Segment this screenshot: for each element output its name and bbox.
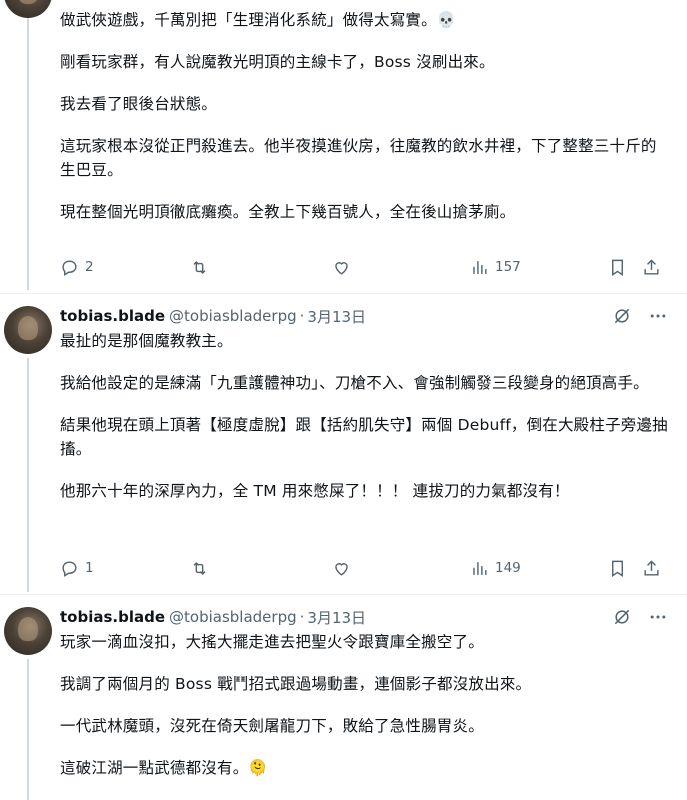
views-button[interactable]: 149	[470, 559, 521, 578]
reply-button[interactable]: 2	[60, 258, 94, 277]
repost-icon	[193, 260, 206, 274]
reply-count: 1	[85, 560, 94, 576]
repost-button[interactable]	[190, 559, 209, 578]
separator-dot: ·	[299, 307, 305, 325]
like-button[interactable]	[332, 258, 351, 277]
tweet-body: 最扯的是那個魔教教主。 我給他設定的是練滿「九重護體神功」、刀槍不入、會強制觸發…	[60, 329, 669, 521]
tweet-paragraph: 這玩家根本沒從正門殺進去。他半夜摸進伙房，往魔教的飲水井裡，下了整整三十斤的生巴…	[60, 137, 657, 179]
tweet-header: tobias.blade @tobiasbladerpg · 3月13日	[60, 305, 669, 327]
tweet-body: 做武俠遊戲，千萬別把「生理消化系統」做得太寫實。💀 剛看玩家群，有人說魔教光明頂…	[60, 8, 669, 242]
tweet-paragraph: 一代武林魔頭，沒死在倚天劍屠龍刀下，敗給了急性腸胃炎。	[60, 717, 484, 735]
thread-line	[27, 18, 29, 290]
views-icon	[473, 260, 487, 274]
repost-icon	[193, 561, 206, 575]
reply-count: 2	[85, 259, 94, 275]
avatar[interactable]	[4, 0, 52, 18]
share-icon	[644, 559, 659, 576]
reply-icon	[62, 560, 77, 577]
tweet-date[interactable]: 3月13日	[307, 306, 366, 327]
header-icons	[611, 606, 669, 628]
tweet-paragraph: 玩家一滴血沒扣，大搖大擺走進去把聖火令跟寶庫全搬空了。	[60, 633, 484, 651]
bookmark-button[interactable]	[608, 258, 627, 277]
tweet-paragraph: 現在整個光明頂徹底癱瘓。全教上下幾百號人，全在後山搶茅廁。	[60, 203, 516, 221]
avatar[interactable]	[4, 306, 52, 354]
grok-icon[interactable]	[611, 305, 633, 327]
display-name[interactable]: tobias.blade	[60, 608, 165, 626]
tweet-header: tobias.blade @tobiasbladerpg · 3月13日	[60, 606, 669, 628]
more-icon[interactable]	[647, 606, 669, 628]
bookmark-icon	[612, 560, 623, 577]
display-name[interactable]: tobias.blade	[60, 307, 165, 325]
grok-icon[interactable]	[611, 606, 633, 628]
action-bar: 2 157	[60, 255, 669, 279]
reply-icon	[62, 259, 77, 276]
user-handle[interactable]: @tobiasbladerpg	[169, 608, 297, 626]
tweet-paragraph: 我調了兩個月的 Boss 戰鬥招式跟過場動畫，連個影子都沒放出來。	[60, 675, 532, 693]
bookmark-icon	[612, 259, 623, 276]
avatar[interactable]	[4, 607, 52, 655]
tweet-paragraph: 做武俠遊戲，千萬別把「生理消化系統」做得太寫實。💀	[60, 11, 457, 29]
heart-icon	[335, 562, 348, 576]
tweet-paragraph: 我給他設定的是練滿「九重護體神功」、刀槍不入、會強制觸發三段變身的絕頂高手。	[60, 374, 649, 392]
tweet-paragraph: 結果他現在頭上頂著【極度虛脫】跟【括約肌失守】兩個 Debuff，倒在大殿柱子旁…	[60, 416, 668, 458]
heart-icon	[335, 261, 348, 275]
thread-line	[27, 358, 29, 592]
views-count: 157	[495, 259, 521, 275]
tweet-2[interactable]: tobias.blade @tobiasbladerpg · 3月13日 最扯的…	[0, 296, 687, 592]
share-button[interactable]	[642, 258, 661, 277]
tweet-body: 玩家一滴血沒扣，大搖大擺走進去把聖火令跟寶庫全搬空了。 我調了兩個月的 Boss…	[60, 630, 669, 798]
views-icon	[473, 561, 487, 575]
tweet-paragraph: 這破江湖一點武德都沒有。🫠	[60, 759, 268, 777]
tweet-1[interactable]: 做武俠遊戲，千萬別把「生理消化系統」做得太寫實。💀 剛看玩家群，有人說魔教光明頂…	[0, 0, 687, 290]
more-icon[interactable]	[647, 305, 669, 327]
share-button[interactable]	[642, 559, 661, 578]
divider	[0, 293, 687, 294]
tweet-paragraph: 我去看了眼後台狀態。	[60, 95, 218, 113]
like-button[interactable]	[332, 559, 351, 578]
divider	[0, 594, 687, 595]
reply-button[interactable]: 1	[60, 559, 94, 578]
tweet-paragraph: 最扯的是那個魔教教主。	[60, 332, 233, 350]
separator-dot: ·	[299, 608, 305, 626]
user-handle[interactable]: @tobiasbladerpg	[169, 307, 297, 325]
tweet-3[interactable]: tobias.blade @tobiasbladerpg · 3月13日 玩家一…	[0, 597, 687, 800]
share-icon	[644, 258, 659, 275]
tweet-date[interactable]: 3月13日	[307, 607, 366, 628]
action-bar: 1 149	[60, 556, 669, 580]
tweet-paragraph: 他那六十年的深厚內力，全 TM 用來憋屎了！！！ 連拔刀的力氣都沒有！	[60, 482, 570, 500]
tweet-paragraph: 剛看玩家群，有人說魔教光明頂的主線卡了，Boss 沒刷出來。	[60, 53, 495, 71]
views-button[interactable]: 157	[470, 258, 521, 277]
bookmark-button[interactable]	[608, 559, 627, 578]
thread-line	[27, 659, 29, 800]
header-icons	[611, 305, 669, 327]
views-count: 149	[495, 560, 521, 576]
repost-button[interactable]	[190, 258, 209, 277]
